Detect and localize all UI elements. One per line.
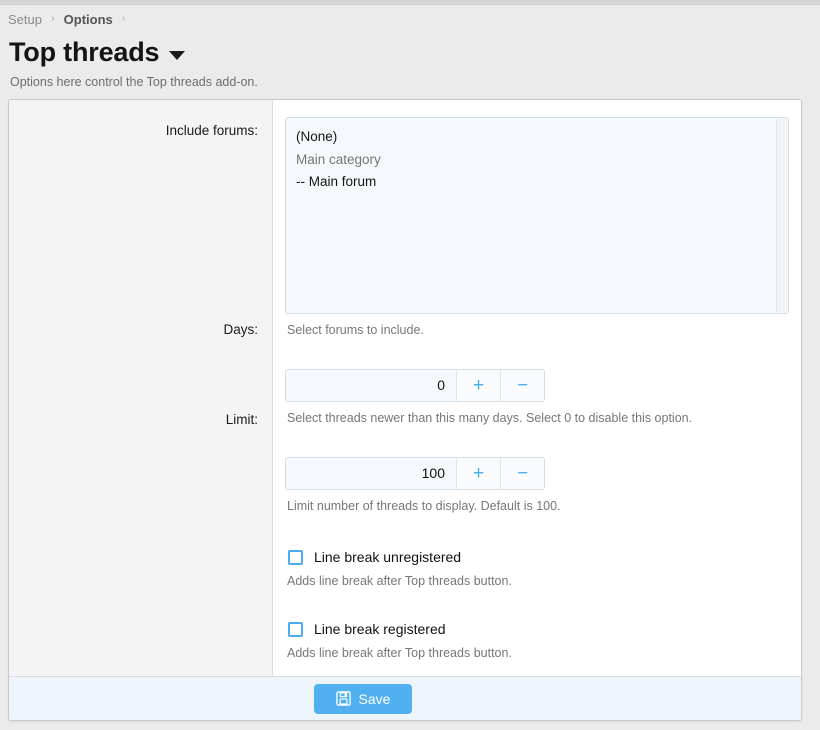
hint-days: Select threads newer than this many days… [287,411,693,425]
field-label-include-forums: Include forums: [165,123,258,138]
select-option-none[interactable]: (None) [296,126,778,149]
checkbox-label-registered[interactable]: Line break registered [314,621,446,637]
form-label-column: Include forums: Days: Limit: [9,100,273,676]
days-stepper[interactable]: + − [285,369,545,402]
row-limit: + − Limit number of threads to display. … [273,425,801,513]
breadcrumb-item-options[interactable]: Options [64,12,113,27]
breadcrumb-separator-icon: › [50,12,55,25]
field-label-line-break-registered [9,567,272,667]
breadcrumb-separator-icon-2: › [121,12,126,25]
checkbox-box-icon-registered[interactable] [288,621,303,637]
days-increment-button[interactable]: + [456,370,500,401]
field-label-line-break-unregistered [9,494,272,567]
field-label-limit: Limit: [225,412,258,427]
screen-root: Setup › Options › Top threads Options he… [0,0,820,730]
checkbox-label-unregistered[interactable]: Line break unregistered [314,549,461,565]
row-line-break-registered: Line break registered Adds line break af… [273,588,801,660]
floppy-disk-icon [335,691,351,706]
admin-page: Setup › Options › Top threads Options he… [0,5,810,730]
hint-line-break-unregistered: Adds line break after Top threads button… [287,574,512,588]
hint-include-forums: Select forums to include. [287,323,424,337]
hint-line-break-registered: Adds line break after Top threads button… [287,646,512,660]
row-line-break-unregistered: Line break unregistered Adds line break … [273,513,801,588]
limit-stepper[interactable]: + − [285,457,545,490]
row-days: + − Select threads newer than this many … [273,337,801,425]
limit-input[interactable] [286,458,456,489]
include-forums-select[interactable]: (None) Main category -- Main forum [285,117,789,314]
breadcrumb: Setup › Options › [0,5,810,33]
options-form: Include forums: Days: Limit: (None) Main… [9,100,801,676]
chevron-down-icon[interactable] [169,50,186,60]
panel-footer: Save [9,676,801,720]
limit-increment-button[interactable]: + [456,458,500,489]
days-decrement-button[interactable]: − [500,370,544,401]
save-button[interactable]: Save [313,683,413,714]
page-title-row: Top threads [0,33,810,69]
limit-decrement-button[interactable]: − [500,458,544,489]
select-scrollbar[interactable] [776,119,787,312]
row-include-forums: (None) Main category -- Main forum Selec… [273,117,801,337]
save-button-label: Save [358,690,391,707]
days-input[interactable] [286,370,456,401]
page-title: Top threads [9,37,160,67]
options-panel: Include forums: Days: Limit: (None) Main… [8,99,802,721]
hint-limit: Limit number of threads to display. Defa… [287,499,561,513]
field-label-days: Days: [223,322,258,337]
checkbox-line-break-registered[interactable]: Line break registered [285,621,789,637]
page-description: Options here control the Top threads add… [10,75,258,89]
checkbox-line-break-unregistered[interactable]: Line break unregistered [285,549,789,565]
breadcrumb-item-setup[interactable]: Setup [8,12,42,27]
checkbox-box-icon-unregistered[interactable] [288,549,303,565]
form-field-column: (None) Main category -- Main forum Selec… [273,100,801,676]
select-option-main-forum[interactable]: -- Main forum [296,171,778,194]
select-optgroup-main-category: Main category [296,151,381,167]
